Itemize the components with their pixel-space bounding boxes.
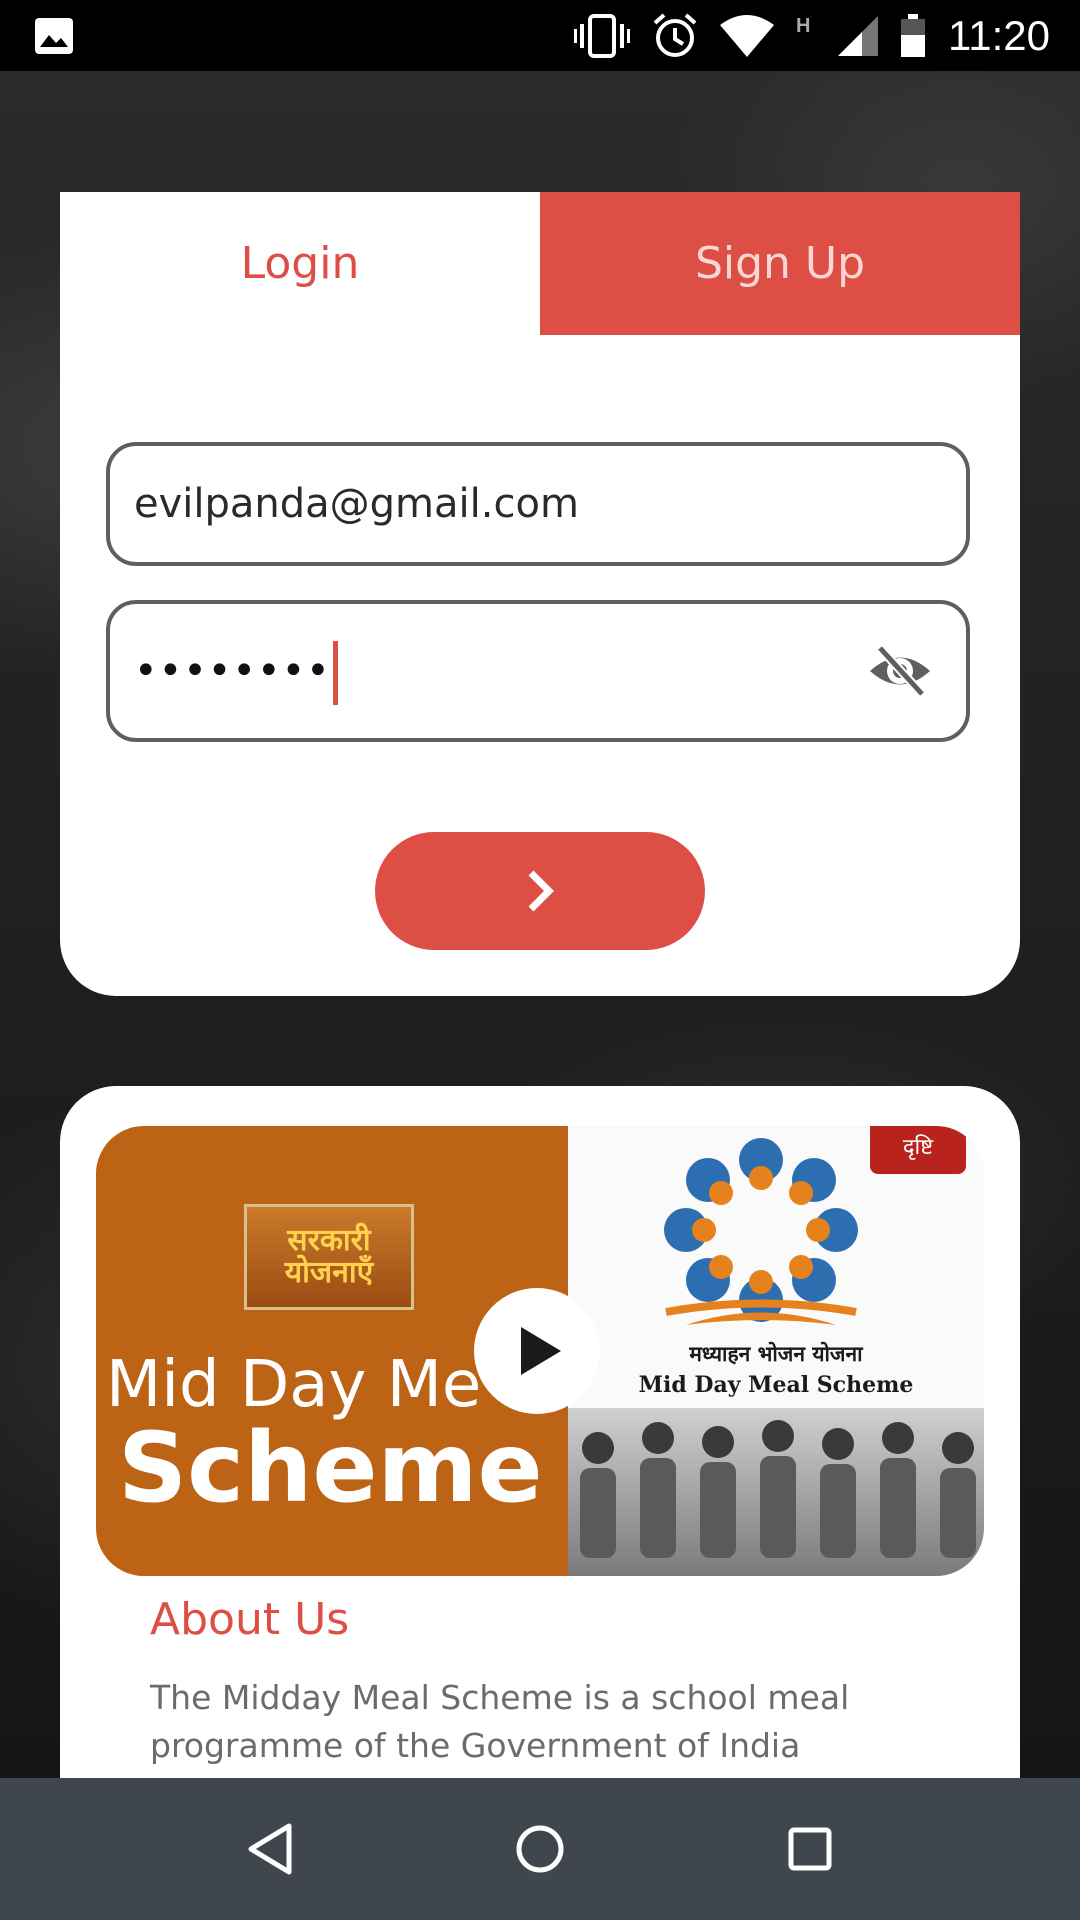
about-text: The Midday Meal Scheme is a school meal … bbox=[150, 1678, 850, 1765]
submit-button[interactable] bbox=[375, 832, 705, 950]
login-card: Login Sign Up evilpanda@gmail.com ••••••… bbox=[60, 192, 1020, 996]
thumb-title-line1: Mid Day Me bbox=[106, 1348, 482, 1422]
about-title: About Us bbox=[150, 1594, 350, 1645]
video-thumbnail[interactable]: सरकारी योजनाएँ Mid Day Me Scheme दृष्टि bbox=[96, 1126, 984, 1576]
password-field[interactable]: •••••••• bbox=[106, 600, 970, 742]
network-h-icon: H bbox=[796, 15, 810, 37]
recents-icon bbox=[788, 1827, 832, 1871]
email-value: evilpanda@gmail.com bbox=[134, 481, 579, 527]
clock: 11:20 bbox=[948, 12, 1050, 59]
scheme-caption: Mid Day Meal Scheme bbox=[638, 1372, 914, 1398]
signal-icon bbox=[838, 16, 878, 56]
play-icon bbox=[521, 1327, 561, 1375]
children-photo bbox=[568, 1408, 984, 1576]
back-button[interactable] bbox=[235, 1814, 305, 1884]
back-icon bbox=[248, 1823, 292, 1875]
gallery-icon bbox=[35, 18, 73, 54]
about-card: सरकारी योजनाएँ Mid Day Me Scheme दृष्टि bbox=[60, 1086, 1020, 1778]
status-bar: H 11:20 bbox=[0, 0, 1080, 71]
tab-login[interactable]: Login bbox=[60, 192, 540, 335]
play-button[interactable] bbox=[474, 1288, 600, 1414]
thumb-right-panel: दृष्टि मध्याहन भोजन योजना Mid Day Meal S… bbox=[568, 1126, 984, 1576]
home-icon bbox=[516, 1825, 564, 1873]
meal-circle-logo bbox=[664, 1138, 858, 1325]
wifi-icon bbox=[720, 15, 774, 57]
eye-off-icon[interactable] bbox=[866, 642, 934, 700]
vibrate-icon bbox=[574, 14, 630, 58]
hindi-caption: मध्याहन भोजन योजना bbox=[689, 1341, 863, 1366]
email-field[interactable]: evilpanda@gmail.com bbox=[106, 442, 970, 566]
navigation-bar bbox=[0, 1778, 1080, 1920]
text-cursor bbox=[332, 641, 338, 705]
password-mask: •••••••• bbox=[134, 648, 331, 694]
recents-button[interactable] bbox=[775, 1814, 845, 1884]
tab-signup[interactable]: Sign Up bbox=[540, 192, 1020, 335]
password-value: •••••••• bbox=[134, 604, 338, 738]
home-button[interactable] bbox=[505, 1814, 575, 1884]
alarm-icon bbox=[653, 13, 697, 57]
sarkari-yojanaye-logo: सरकारी योजनाएँ bbox=[244, 1204, 414, 1310]
thumb-title-line2: Scheme bbox=[118, 1412, 543, 1524]
svg-text:H: H bbox=[796, 15, 810, 37]
battery-icon bbox=[901, 14, 925, 57]
chevron-right-icon bbox=[528, 870, 554, 912]
